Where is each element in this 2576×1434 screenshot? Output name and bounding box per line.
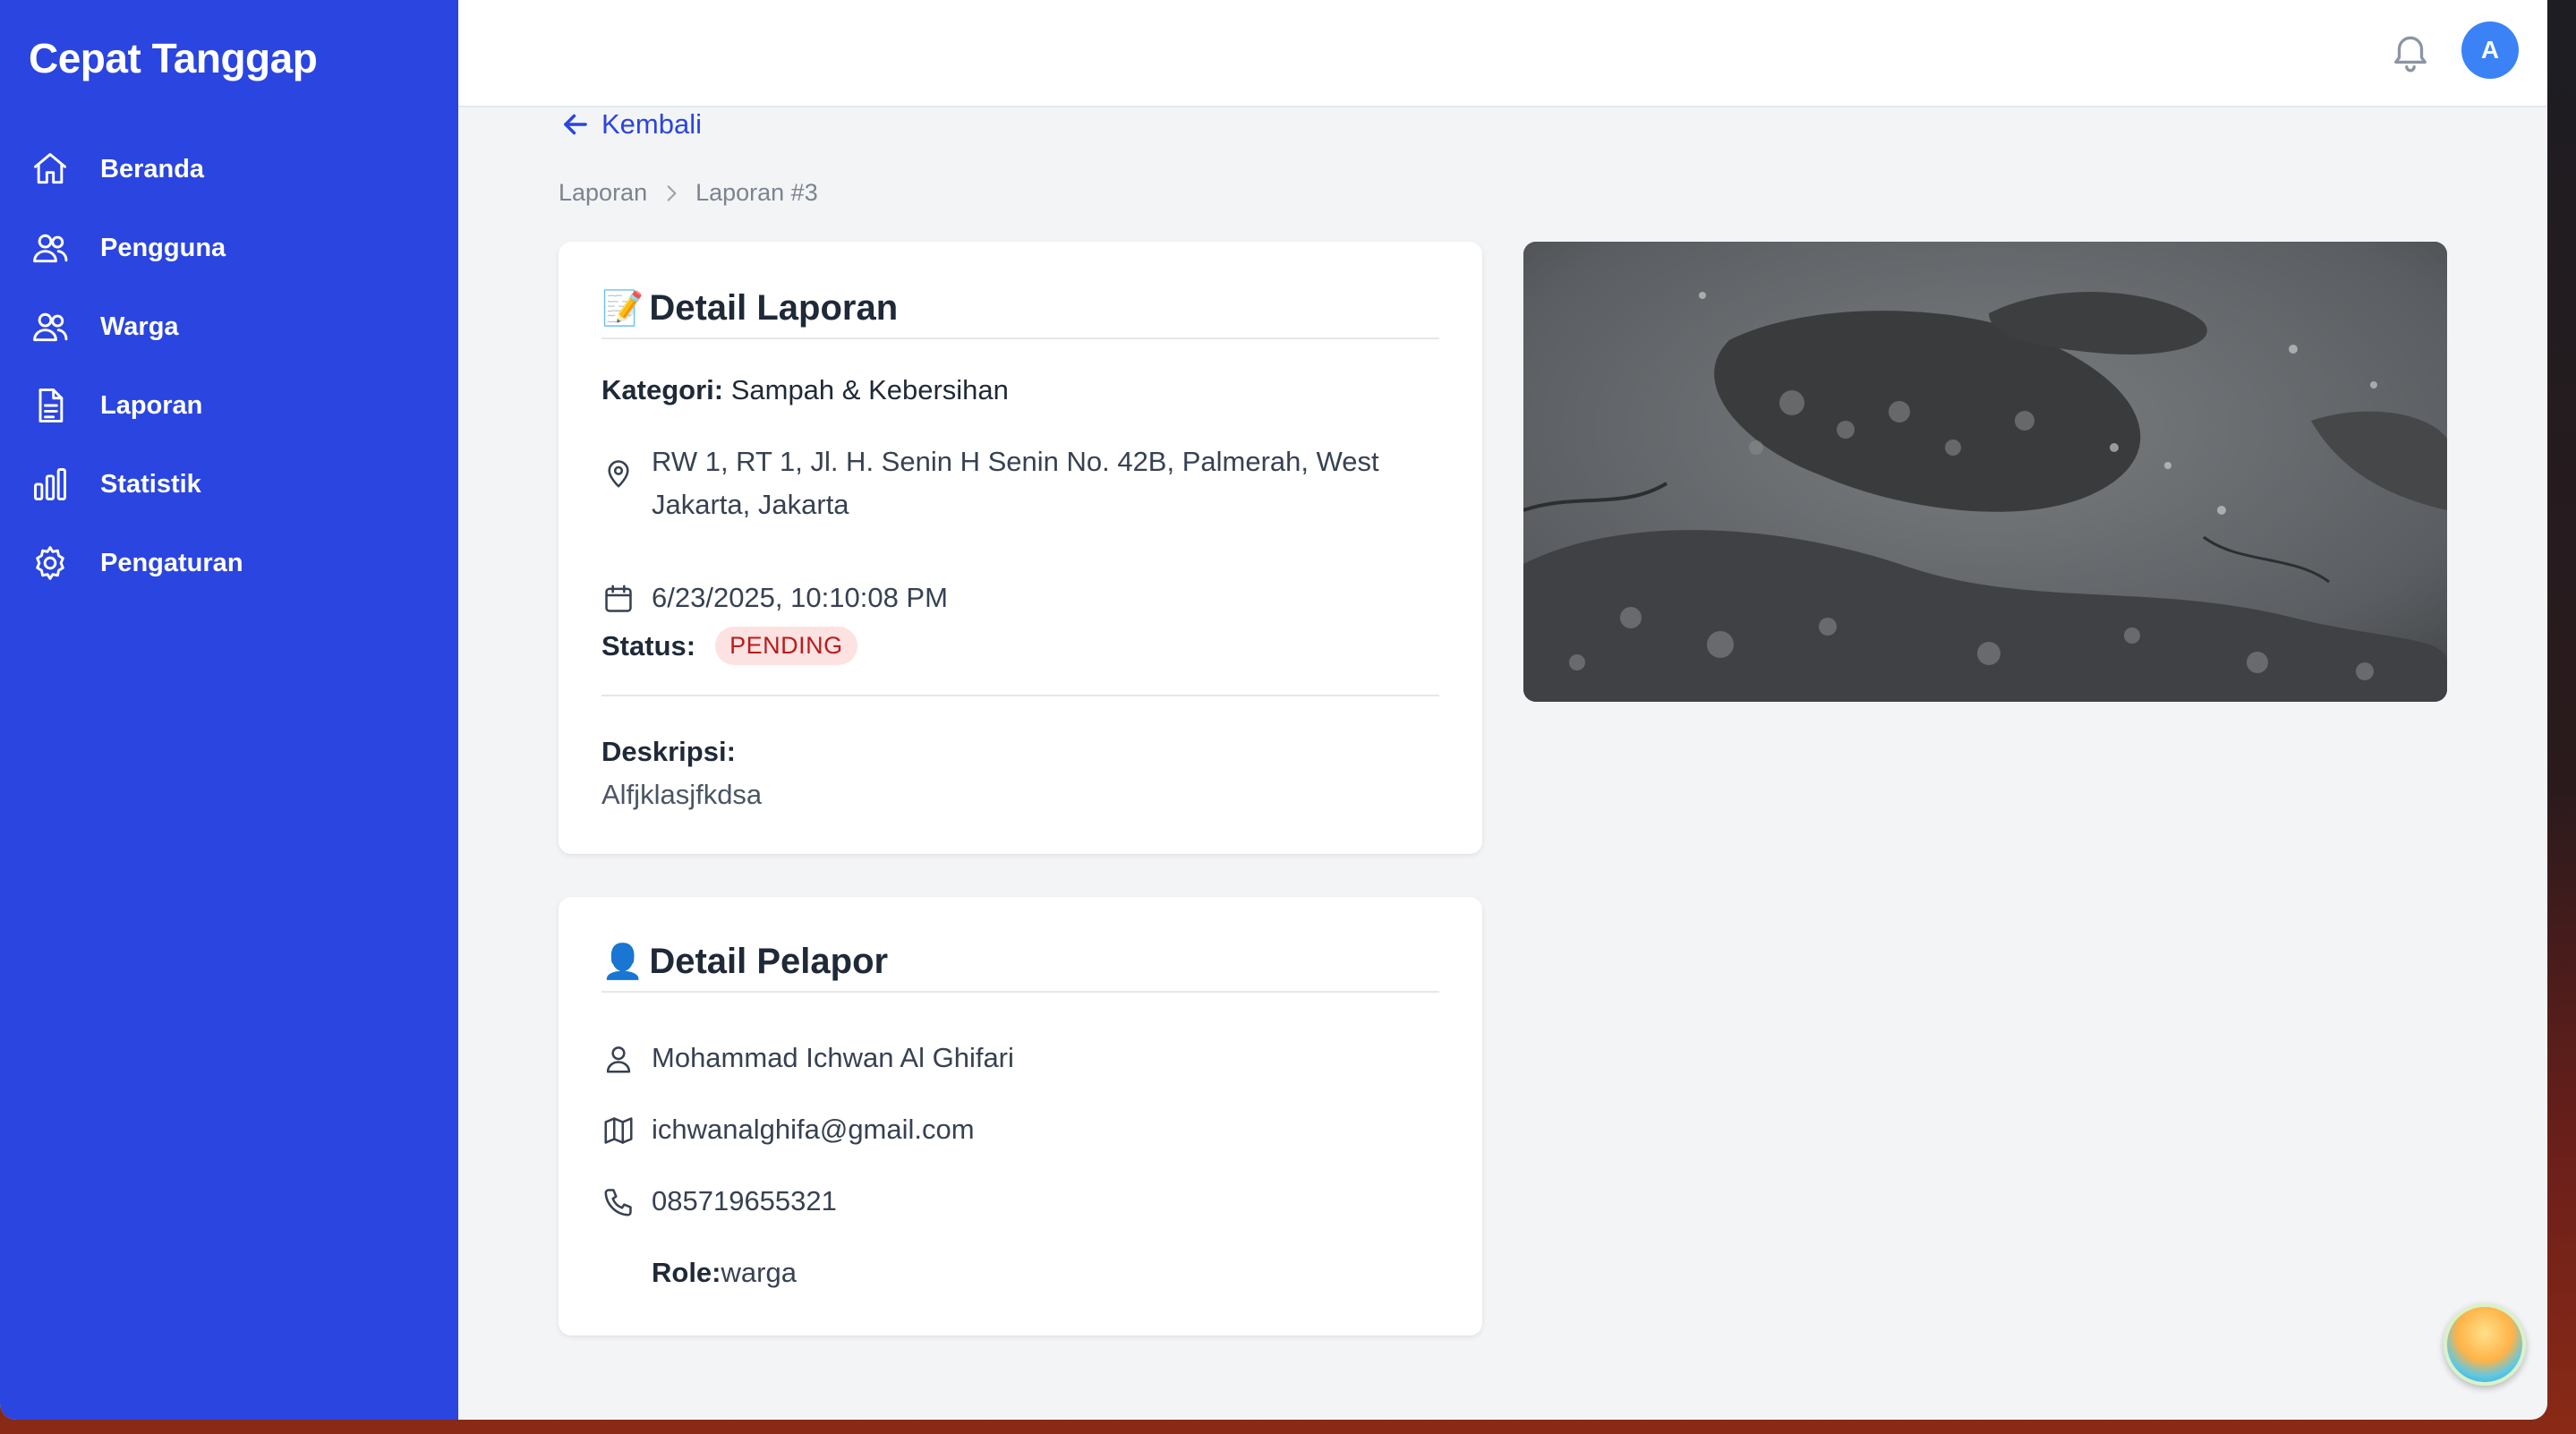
sidebar-item-label: Beranda [100, 154, 205, 184]
calendar-icon [601, 582, 635, 616]
users-icon [30, 307, 70, 346]
gear-icon [30, 543, 70, 583]
report-card-title: 📝 Detail Laporan [601, 288, 1439, 339]
map-icon [601, 1114, 635, 1148]
role-label: Role: [652, 1257, 721, 1288]
sidebar-item-label: Pengaturan [100, 548, 243, 577]
status-label: Status: [601, 629, 696, 662]
sidebar-nav: Beranda Pengguna Warga Laporan Statistik… [0, 130, 458, 602]
sidebar-item-label: Laporan [100, 390, 203, 420]
sidebar-item-label: Warga [100, 312, 179, 341]
reporter-phone: 085719655321 [652, 1185, 837, 1216]
back-label: Kembali [601, 108, 702, 140]
pothole-image [1523, 242, 2447, 702]
breadcrumb: Laporan Laporan #3 [559, 179, 818, 207]
sidebar-item-label: Pengguna [100, 233, 226, 262]
sidebar-item-warga[interactable]: Warga [0, 287, 458, 366]
role-value: warga [721, 1257, 797, 1288]
category-value: Sampah & Kebersihan [730, 374, 1009, 405]
reporter-role-row: Role:warga [652, 1251, 1439, 1294]
app-window: Cepat Tanggap Beranda Pengguna Warga Lap… [0, 0, 2547, 1420]
bell-icon[interactable] [2388, 30, 2433, 75]
status-row: Status: PENDING [601, 627, 1439, 665]
report-title: Detail Laporan [649, 288, 899, 328]
chevron-right-icon [667, 184, 677, 201]
user-icon [601, 1042, 635, 1076]
status-badge: PENDING [715, 627, 857, 665]
phone-icon [601, 1185, 635, 1219]
reporter-name: Mohammad Ichwan Al Ghifari [652, 1042, 1014, 1073]
document-icon [30, 386, 70, 425]
reporter-email: ichwanalghifa@gmail.com [652, 1114, 975, 1145]
datetime-value: 6/23/2025, 10:10:08 PM [652, 582, 948, 613]
reporter-title: Detail Pelapor [649, 942, 889, 981]
sidebar-item-pengaturan[interactable]: Pengaturan [0, 524, 458, 602]
reporter-card-title: 👤 Detail Pelapor [601, 942, 1439, 993]
reporter-email-row: ichwanalghifa@gmail.com [601, 1108, 1439, 1151]
description-value: Alfjklasjfkdsa [601, 779, 763, 810]
brand-title: Cepat Tanggap [29, 35, 318, 81]
address-row: RW 1, RT 1, Jl. H. Senin H Senin No. 42B… [601, 440, 1439, 526]
breadcrumb-item-laporan[interactable]: Laporan [559, 179, 647, 207]
users-icon [30, 228, 70, 268]
sidebar-item-laporan[interactable]: Laporan [0, 366, 458, 445]
address-value: RW 1, RT 1, Jl. H. Senin H Senin No. 42B… [652, 446, 1379, 520]
reporter-name-row: Mohammad Ichwan Al Ghifari [601, 1037, 1439, 1080]
report-detail-card: 📝 Detail Laporan Kategori: Sampah & Kebe… [559, 242, 1482, 854]
home-icon [30, 149, 70, 189]
back-link[interactable]: Kembali [559, 107, 702, 141]
person-icon: 👤 [601, 942, 644, 981]
datetime-row: 6/23/2025, 10:10:08 PM [601, 576, 1439, 619]
map-pin-icon [601, 457, 635, 491]
floating-assistant-button[interactable] [2444, 1303, 2526, 1386]
sidebar-item-statistik[interactable]: Statistik [0, 445, 458, 524]
reporter-phone-row: 085719655321 [601, 1180, 1439, 1223]
breadcrumb-item-current: Laporan #3 [695, 179, 818, 206]
description-block: Deskripsi: Alfjklasjfkdsa [601, 730, 1439, 816]
category-label: Kategori: [601, 374, 724, 405]
arrow-left-icon [564, 114, 587, 135]
memo-icon: 📝 [601, 288, 644, 328]
reporter-detail-card: 👤 Detail Pelapor Mohammad Ichwan Al Ghif… [559, 897, 1482, 1336]
top-bar: A [458, 0, 2547, 107]
category-row: Kategori: Sampah & Kebersihan [601, 372, 1439, 408]
bar-chart-icon [30, 465, 70, 504]
sidebar-item-label: Statistik [100, 469, 201, 499]
description-label: Deskripsi: [601, 736, 736, 767]
report-photo[interactable] [1523, 242, 2447, 702]
sidebar-item-pengguna[interactable]: Pengguna [0, 209, 458, 287]
sidebar-item-beranda[interactable]: Beranda [0, 130, 458, 209]
avatar[interactable]: A [2461, 21, 2519, 79]
divider [601, 695, 1439, 696]
sidebar: Cepat Tanggap Beranda Pengguna Warga Lap… [0, 0, 458, 1420]
